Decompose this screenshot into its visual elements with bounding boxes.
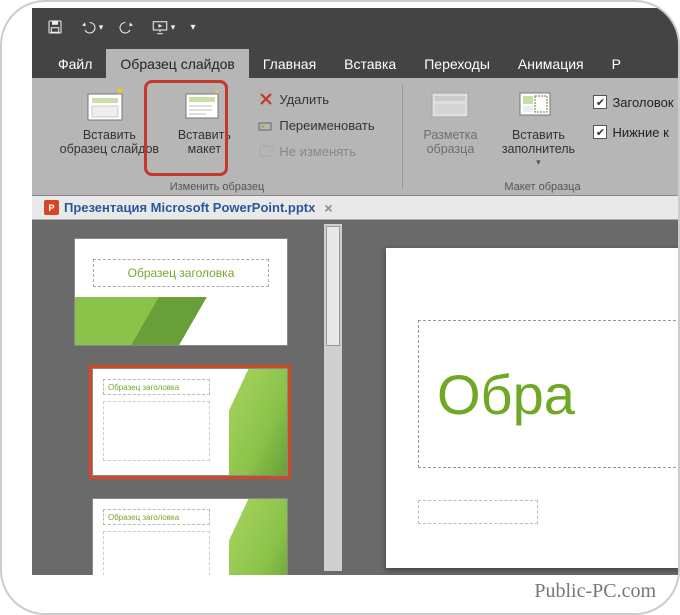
close-document-button[interactable]: × bbox=[324, 200, 332, 216]
thumbnail-master[interactable]: Образец заголовка bbox=[74, 238, 288, 346]
undo-icon bbox=[79, 18, 97, 36]
group-edit-master: Вставить образец слайдов Вставить макет bbox=[32, 78, 402, 195]
watermark: Public-PC.com bbox=[534, 580, 656, 603]
chevron-down-icon: ▾ bbox=[536, 157, 541, 167]
slide-editor: Обра bbox=[344, 220, 680, 575]
show-footers-checkbox[interactable]: ✔ Нижние к bbox=[593, 120, 673, 144]
show-title-checkbox[interactable]: ✔ Заголовок bbox=[593, 90, 673, 114]
title-text: Обра bbox=[437, 362, 575, 427]
powerpoint-file-icon: P bbox=[44, 200, 59, 215]
customize-qat-button[interactable]: ▾ bbox=[182, 12, 204, 42]
save-icon bbox=[46, 18, 64, 36]
document-filename: Презентация Microsoft PowerPoint.pptx bbox=[64, 200, 315, 215]
checkbox-checked-icon: ✔ bbox=[593, 95, 607, 109]
delete-button[interactable]: Удалить bbox=[253, 86, 378, 112]
preserve-button[interactable]: Не изменять bbox=[253, 138, 378, 164]
group-label: Макет образца bbox=[403, 179, 680, 193]
button-label: Разметка образца bbox=[413, 128, 487, 157]
slideshow-icon bbox=[151, 18, 169, 36]
tab-file[interactable]: Файл bbox=[44, 49, 106, 78]
layout-title-placeholder: Образец заголовка bbox=[103, 509, 210, 525]
quick-access-toolbar: ▾ ▾ ▾ bbox=[32, 8, 680, 46]
chevron-down-icon: ▾ bbox=[99, 22, 104, 33]
workspace: Образец заголовка Образец заголовка Обра… bbox=[32, 220, 680, 575]
slide-master-icon bbox=[85, 86, 133, 124]
button-label: Не изменять bbox=[279, 144, 356, 159]
checkbox-checked-icon: ✔ bbox=[593, 125, 607, 139]
thumbnail-layout[interactable]: Образец заголовка bbox=[92, 498, 288, 575]
checkbox-label: Заголовок bbox=[612, 95, 673, 110]
button-label: Вставить заполнитель bbox=[491, 128, 585, 157]
rename-button[interactable]: Переименовать bbox=[253, 112, 378, 138]
tab-transitions[interactable]: Переходы bbox=[410, 49, 504, 78]
tab-home[interactable]: Главная bbox=[249, 49, 330, 78]
tab-animations[interactable]: Анимация bbox=[504, 49, 598, 78]
title-placeholder[interactable]: Обра bbox=[418, 320, 680, 468]
ribbon-tabs: Файл Образец слайдов Главная Вставка Пер… bbox=[32, 46, 680, 78]
group-master-layout: Разметка образца Вставить заполнитель ▾ … bbox=[403, 78, 680, 195]
preserve-icon bbox=[257, 142, 275, 160]
undo-button[interactable]: ▾ bbox=[74, 12, 108, 42]
slide-canvas[interactable]: Обра bbox=[386, 248, 680, 568]
chevron-down-icon: ▾ bbox=[190, 22, 195, 33]
redo-icon bbox=[118, 18, 136, 36]
rename-icon bbox=[257, 116, 275, 134]
placeholder-icon bbox=[514, 86, 562, 124]
layout-title-placeholder: Образец заголовка bbox=[103, 379, 210, 395]
save-button[interactable] bbox=[38, 12, 72, 42]
powerpoint-window: ▾ ▾ ▾ Файл Образец слайдов Главная Встав… bbox=[32, 8, 680, 575]
tab-review[interactable]: Р bbox=[598, 49, 635, 78]
master-layout-icon bbox=[426, 86, 474, 124]
scroll-thumb[interactable] bbox=[326, 226, 340, 346]
redo-button[interactable] bbox=[110, 12, 144, 42]
footer-placeholder[interactable] bbox=[418, 500, 538, 524]
theme-graphic bbox=[229, 369, 287, 475]
chevron-down-icon: ▾ bbox=[171, 22, 176, 33]
master-title-placeholder: Образец заголовка bbox=[93, 259, 269, 287]
thumbnail-pane: Образец заголовка Образец заголовка Обра… bbox=[32, 220, 344, 575]
tutorial-highlight bbox=[144, 80, 228, 176]
delete-icon bbox=[257, 90, 275, 108]
button-label: Переименовать bbox=[279, 118, 374, 133]
theme-graphic bbox=[75, 297, 287, 345]
button-label: Удалить bbox=[279, 92, 329, 107]
document-bar: P Презентация Microsoft PowerPoint.pptx … bbox=[32, 196, 680, 220]
master-layout-button[interactable]: Разметка образца bbox=[411, 82, 489, 176]
thumbnail-scrollbar[interactable] bbox=[324, 224, 342, 571]
insert-placeholder-button[interactable]: Вставить заполнитель ▾ bbox=[489, 82, 587, 176]
tab-slide-master[interactable]: Образец слайдов bbox=[106, 49, 248, 78]
thumbnail-layout[interactable]: Образец заголовка bbox=[92, 368, 288, 476]
document-tab[interactable]: P Презентация Microsoft PowerPoint.pptx … bbox=[38, 198, 339, 218]
layout-body-placeholder bbox=[103, 531, 210, 575]
theme-graphic bbox=[229, 499, 287, 575]
scroll-down-button[interactable] bbox=[324, 553, 342, 571]
layout-body-placeholder bbox=[103, 401, 210, 461]
tab-insert[interactable]: Вставка bbox=[330, 49, 410, 78]
start-from-beginning-button[interactable]: ▾ bbox=[146, 12, 180, 42]
ribbon: Вставить образец слайдов Вставить макет bbox=[32, 78, 680, 196]
group-label: Изменить образец bbox=[32, 179, 402, 193]
checkbox-label: Нижние к bbox=[612, 125, 668, 140]
